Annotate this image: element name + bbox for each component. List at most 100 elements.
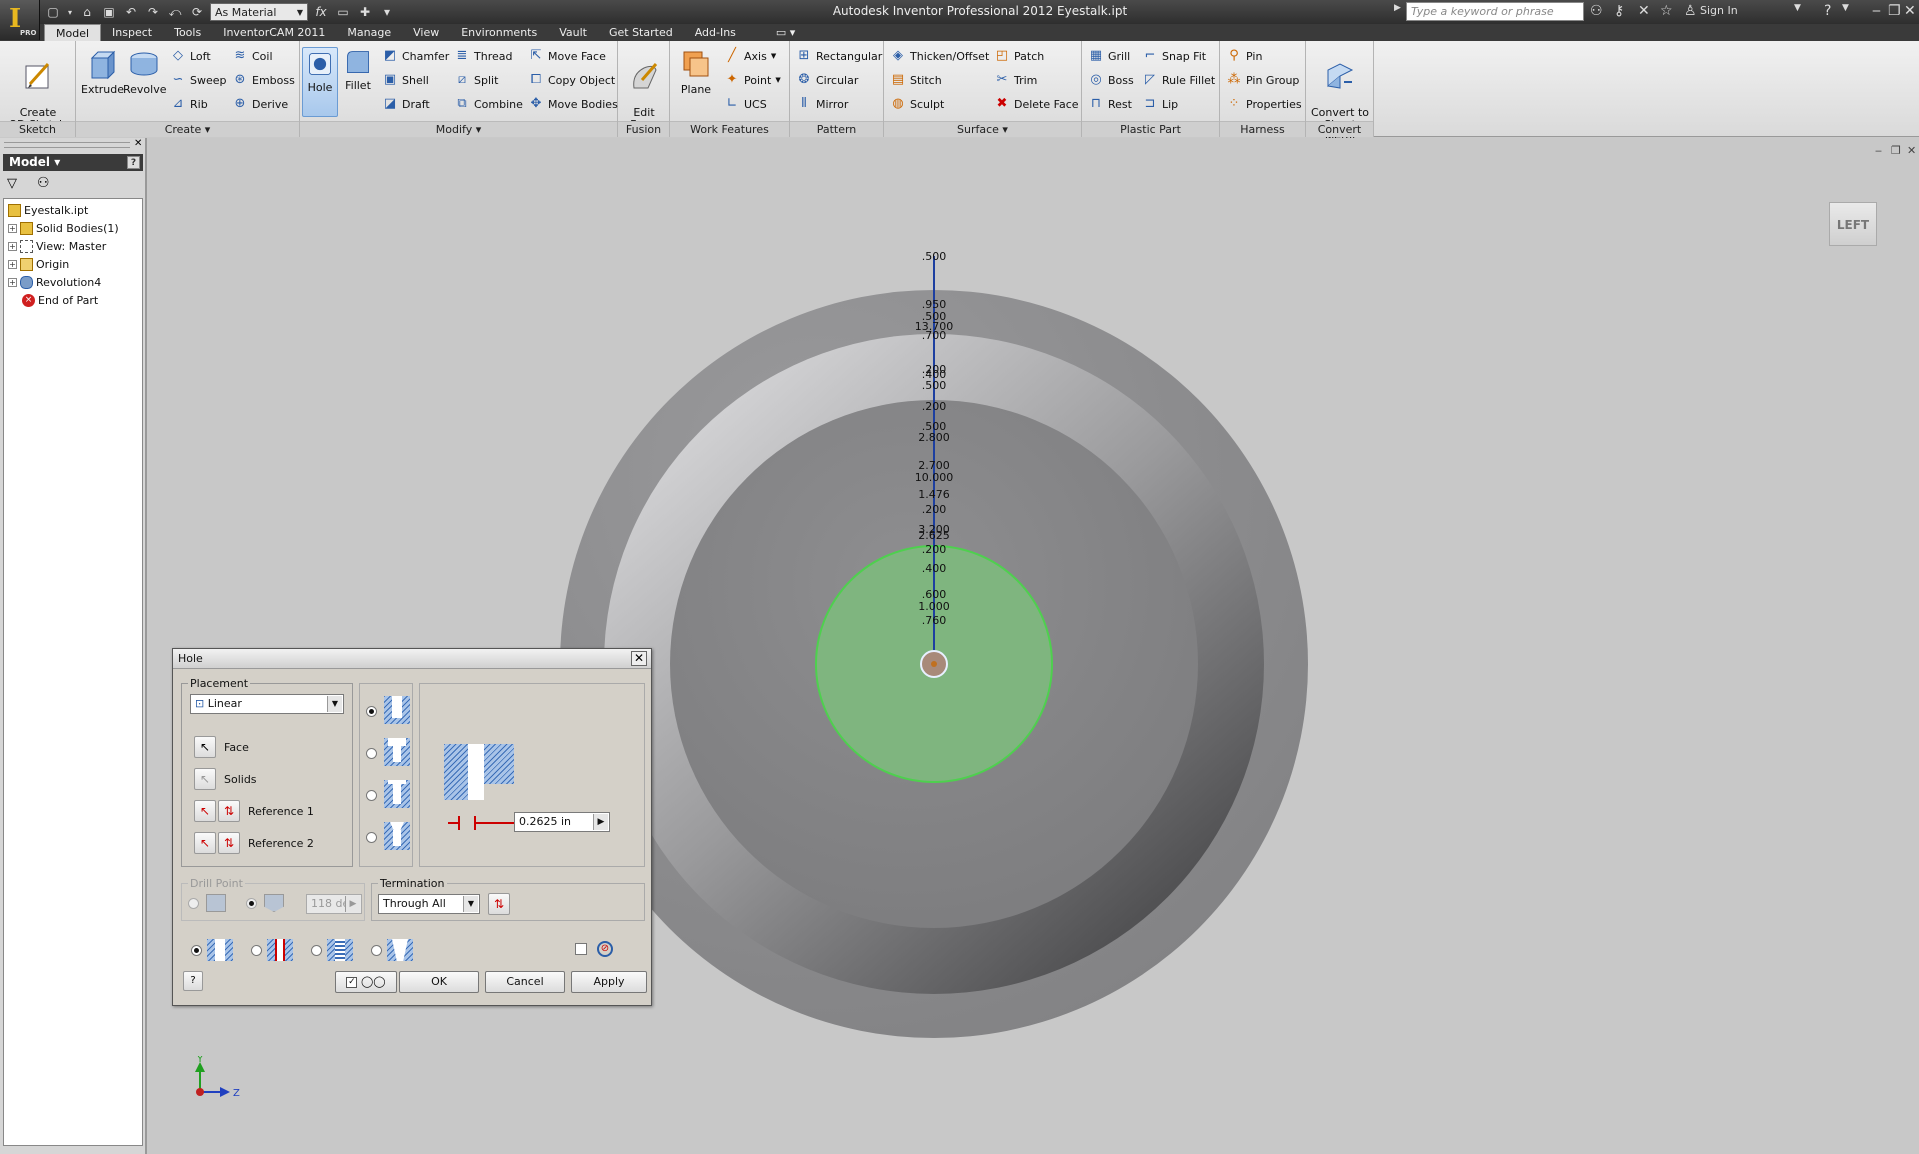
boss-button[interactable]: ◎ Boss: [1088, 71, 1133, 89]
restore-document-icon[interactable]: ❐: [1891, 144, 1901, 157]
ok-button[interactable]: OK: [399, 971, 479, 993]
hole-button[interactable]: Hole: [302, 47, 338, 117]
expand-search-icon[interactable]: ▶: [1394, 3, 1401, 13]
mirror-button[interactable]: ⫴ Mirror: [796, 95, 848, 113]
stitch-button[interactable]: ▤ Stitch: [890, 71, 942, 89]
tree-item-view-master[interactable]: + View: Master: [8, 238, 106, 254]
reference1-select-button[interactable]: ↖: [194, 800, 216, 822]
tab-inventorcam[interactable]: InventorCAM 2011: [212, 24, 336, 41]
chamfer-button[interactable]: ◩ Chamfer: [382, 47, 449, 65]
lip-button[interactable]: ⊐ Lip: [1142, 95, 1179, 113]
plane-button[interactable]: Plane: [674, 45, 718, 117]
dialog-title-bar[interactable]: Hole: [173, 649, 651, 669]
tab-manage[interactable]: Manage: [336, 24, 402, 41]
browser-grip[interactable]: [4, 142, 130, 148]
grill-button[interactable]: ▦ Grill: [1088, 47, 1130, 65]
dropdown-arrow-icon[interactable]: ▾: [66, 4, 74, 20]
face-select-button[interactable]: ↖: [194, 736, 216, 758]
properties-button[interactable]: ⁘ Properties: [1226, 95, 1302, 113]
infer-icon[interactable]: ⊘: [597, 941, 613, 957]
browser-help-icon[interactable]: ?: [127, 156, 140, 169]
move-bodies-button[interactable]: ✥ Move Bodies: [528, 95, 618, 113]
undo-icon[interactable]: ↶: [122, 4, 140, 20]
convert-to-sheet-metal-button[interactable]: Convert to Sheet Metal: [1308, 45, 1372, 143]
help-dropdown-icon[interactable]: ▼: [1842, 3, 1849, 13]
termination-select[interactable]: Through All ▼: [378, 894, 480, 914]
extrude-button[interactable]: Extrude: [80, 45, 124, 117]
glasses-preview-button[interactable]: ✓ ◯◯: [335, 971, 397, 993]
browser-header[interactable]: Model ▾?: [3, 154, 143, 171]
drill-angle-input[interactable]: 118 deg ▶: [306, 894, 362, 914]
tree-item-eyestalk[interactable]: Eyestalk.ipt: [8, 202, 88, 218]
tapped-hole-radio[interactable]: [311, 945, 322, 956]
thicken-offset-button[interactable]: ◈ Thicken/Offset: [890, 47, 989, 65]
filter-icon[interactable]: ▽: [7, 176, 17, 191]
drilled-hole-radio[interactable]: [366, 706, 377, 717]
tree-item-origin[interactable]: + Origin: [8, 256, 69, 272]
search-input[interactable]: Type a keyword or phrase: [1406, 2, 1584, 21]
update-icon[interactable]: ⟳: [188, 4, 206, 20]
save-icon[interactable]: ▣: [100, 4, 118, 20]
find-binoculars-icon[interactable]: ⚇: [37, 175, 50, 191]
patch-button[interactable]: ◰ Patch: [994, 47, 1044, 65]
open-file-icon[interactable]: ⌂: [78, 4, 96, 20]
point-dropdown-icon[interactable]: ▼: [775, 76, 780, 84]
tab-environments[interactable]: Environments: [450, 24, 548, 41]
dialog-close-button[interactable]: ✕: [631, 651, 647, 666]
viewcube[interactable]: LEFT: [1829, 202, 1877, 246]
sign-in-dropdown-icon[interactable]: ▼: [1794, 3, 1801, 13]
pin-group-button[interactable]: ⁂ Pin Group: [1226, 71, 1300, 89]
clearance-hole-radio[interactable]: [251, 945, 262, 956]
panel-title-modify[interactable]: Modify ▾: [300, 121, 617, 137]
taper-tapped-hole-radio[interactable]: [371, 945, 382, 956]
expand-arrow-icon[interactable]: ▶: [593, 814, 608, 830]
tab-view[interactable]: View: [402, 24, 450, 41]
measure-icon[interactable]: ✚: [356, 4, 374, 20]
tab-get-started[interactable]: Get Started: [598, 24, 684, 41]
create-2d-sketch-button[interactable]: Create 2D Sketch: [8, 45, 68, 131]
new-file-icon[interactable]: ▢: [44, 4, 62, 20]
key-icon[interactable]: ⚷: [1614, 3, 1624, 19]
appearance-icon[interactable]: ▭: [334, 4, 352, 20]
snap-fit-button[interactable]: ⌐ Snap Fit: [1142, 47, 1207, 65]
edit-form-button[interactable]: Edit Form: [622, 45, 666, 131]
delete-face-button[interactable]: ✖ Delete Face: [994, 95, 1079, 113]
simple-hole-radio[interactable]: [191, 945, 202, 956]
shell-button[interactable]: ▣ Shell: [382, 71, 429, 89]
help-icon[interactable]: ?: [1824, 3, 1831, 19]
move-face-button[interactable]: ⇱ Move Face: [528, 47, 606, 65]
angle-drill-point-radio[interactable]: [246, 898, 257, 909]
reference1-flip-button[interactable]: ⇅: [218, 800, 240, 822]
circular-pattern-button[interactable]: ❂ Circular: [796, 71, 859, 89]
return-icon[interactable]: ⤺: [166, 4, 184, 20]
loft-button[interactable]: ◇ Loft: [170, 47, 211, 65]
reference2-select-button[interactable]: ↖: [194, 832, 216, 854]
fillet-button[interactable]: Fillet: [340, 45, 376, 117]
tree-item-end-of-part[interactable]: × End of Part: [22, 292, 98, 308]
reference2-flip-button[interactable]: ⇅: [218, 832, 240, 854]
ribbon-display-options-icon[interactable]: ▭ ▾: [765, 24, 806, 41]
rib-button[interactable]: ⊿ Rib: [170, 95, 208, 113]
draft-button[interactable]: ◪ Draft: [382, 95, 430, 113]
tab-add-ins[interactable]: Add-Ins: [684, 24, 747, 41]
tab-model[interactable]: Model: [44, 24, 102, 41]
thread-button[interactable]: ≣ Thread: [454, 47, 513, 65]
coil-button[interactable]: ≋ Coil: [232, 47, 273, 65]
panel-title-create[interactable]: Create ▾: [76, 121, 299, 137]
tab-vault[interactable]: Vault: [548, 24, 598, 41]
tab-inspect[interactable]: Inspect: [101, 24, 163, 41]
countersink-radio[interactable]: [366, 832, 377, 843]
tab-tools[interactable]: Tools: [163, 24, 212, 41]
user-icon[interactable]: ♙: [1684, 3, 1697, 19]
tree-item-revolution4[interactable]: + Revolution4: [8, 274, 101, 290]
derive-button[interactable]: ⊕ Derive: [232, 95, 289, 113]
minimize-window-icon[interactable]: ‒: [1872, 3, 1881, 19]
customize-icon[interactable]: ▾: [378, 4, 396, 20]
cancel-button[interactable]: Cancel: [485, 971, 565, 993]
spotface-radio[interactable]: [366, 790, 377, 801]
emboss-button[interactable]: ⊛ Emboss: [232, 71, 295, 89]
minimize-document-icon[interactable]: ‒: [1875, 144, 1882, 157]
flat-drill-point-radio[interactable]: [188, 898, 199, 909]
material-select[interactable]: As Material ▼: [210, 3, 308, 21]
preview-checkbox[interactable]: [575, 943, 587, 955]
